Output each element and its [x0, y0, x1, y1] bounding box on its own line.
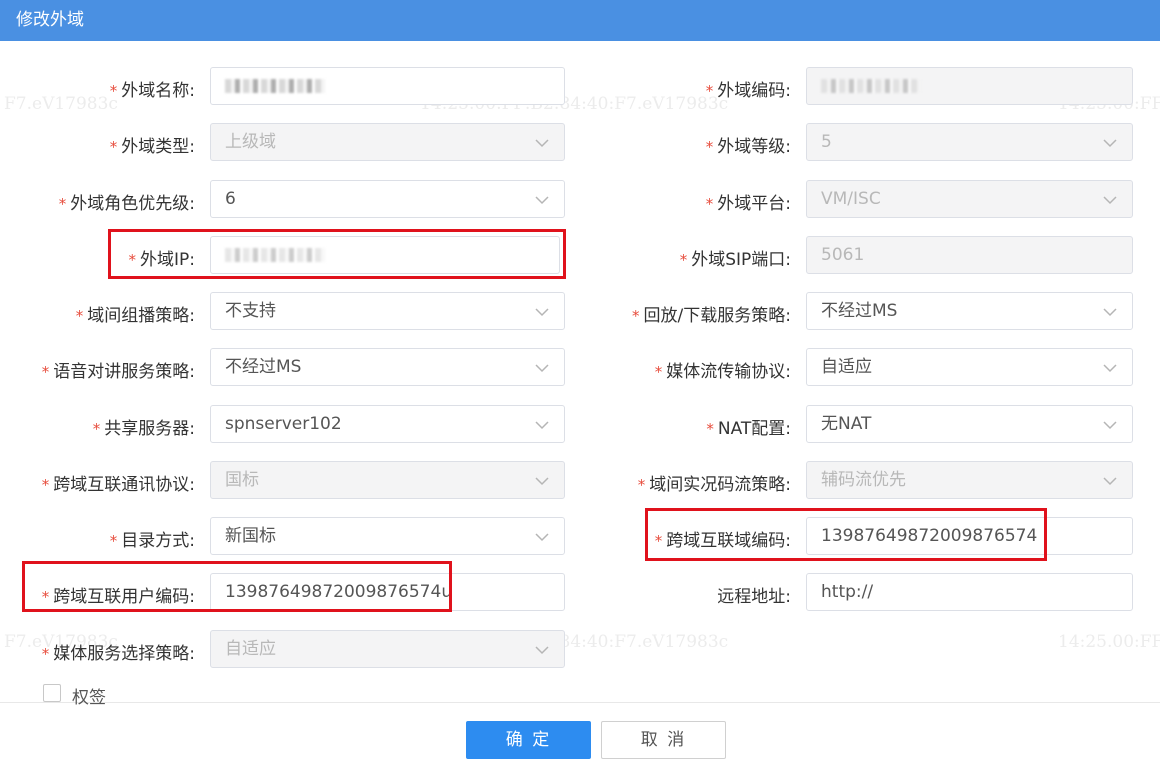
- label-platform: * 外域平台:: [705, 194, 791, 214]
- sip-port-input: 5061: [806, 236, 1133, 274]
- domain-name-input[interactable]: [210, 67, 565, 105]
- label-nat-config: * NAT配置:: [706, 419, 791, 439]
- chevron-down-icon: [1102, 304, 1118, 320]
- dialog-title-bar: 修改外域: [0, 0, 1160, 41]
- footer-divider: [0, 702, 1160, 703]
- label-comm-protocol: * 跨域互联通讯协议:: [41, 475, 195, 495]
- chevron-down-icon: [1102, 360, 1118, 376]
- label-transport-protocol: * 媒体流传输协议:: [654, 362, 791, 382]
- label-domain-code: * 外域编码:: [705, 81, 791, 101]
- chevron-down-icon: [1102, 473, 1118, 489]
- chevron-down-icon: [1102, 135, 1118, 151]
- confirm-button[interactable]: 确 定: [466, 721, 591, 759]
- label-stream-policy: * 域间实况码流策略:: [637, 475, 791, 495]
- chevron-down-icon: [534, 529, 550, 545]
- chevron-down-icon: [1102, 192, 1118, 208]
- cancel-button[interactable]: 取 消: [601, 721, 726, 759]
- label-interconnect-user-code: * 跨域互联用户编码:: [41, 587, 195, 607]
- playback-policy-select[interactable]: 不经过MS: [806, 292, 1133, 330]
- label-catalog-mode: * 目录方式:: [109, 531, 195, 551]
- label-domain-type: * 外域类型:: [109, 137, 195, 157]
- redacted-value: [225, 79, 325, 93]
- signature-label: 权签: [72, 688, 106, 708]
- media-policy-select: 自适应: [210, 630, 565, 668]
- nat-config-select[interactable]: 无NAT: [806, 405, 1133, 443]
- chevron-down-icon: [534, 473, 550, 489]
- signature-checkbox[interactable]: [43, 684, 61, 702]
- chevron-down-icon: [534, 417, 550, 433]
- chevron-down-icon: [534, 192, 550, 208]
- domain-ip-input[interactable]: [210, 236, 560, 274]
- chevron-down-icon: [534, 304, 550, 320]
- comm-protocol-select: 国标: [210, 461, 565, 499]
- label-role-priority: * 外域角色优先级:: [58, 194, 195, 214]
- interconnect-domain-code-input[interactable]: 13987649872009876574: [806, 517, 1133, 555]
- redacted-value: [225, 248, 325, 262]
- label-remote-address: 远程地址:: [717, 587, 791, 607]
- label-share-server: * 共享服务器:: [92, 419, 195, 439]
- watermark-text: 14:25.00:FF:: [1058, 632, 1160, 652]
- chevron-down-icon: [1102, 417, 1118, 433]
- label-multicast-policy: * 域间组播策略:: [75, 306, 195, 326]
- voice-policy-select[interactable]: 不经过MS: [210, 348, 565, 386]
- chevron-down-icon: [534, 360, 550, 376]
- chevron-down-icon: [534, 642, 550, 658]
- watermark-text: F7.eV17983c: [4, 94, 118, 114]
- role-priority-select[interactable]: 6: [210, 180, 565, 218]
- stream-policy-select: 辅码流优先: [806, 461, 1133, 499]
- label-media-policy: * 媒体服务选择策略:: [41, 644, 195, 664]
- share-server-select[interactable]: spnserver102: [210, 405, 565, 443]
- chevron-down-icon: [534, 135, 550, 151]
- platform-select: VM/ISC: [806, 180, 1133, 218]
- dialog-title: 修改外域: [16, 10, 84, 30]
- label-sip-port: * 外域SIP端口:: [679, 250, 791, 270]
- multicast-policy-select[interactable]: 不支持: [210, 292, 565, 330]
- domain-level-select: 5: [806, 123, 1133, 161]
- label-interconnect-domain-code: * 跨域互联域编码:: [654, 531, 791, 551]
- redacted-value: [821, 79, 921, 93]
- transport-protocol-select[interactable]: 自适应: [806, 348, 1133, 386]
- label-domain-ip: * 外域IP:: [128, 250, 196, 270]
- label-domain-level: * 外域等级:: [705, 137, 791, 157]
- domain-type-select: 上级域: [210, 123, 565, 161]
- label-playback-policy: * 回放/下载服务策略:: [632, 306, 791, 326]
- label-voice-policy: * 语音对讲服务策略:: [41, 362, 195, 382]
- label-domain-name: * 外域名称:: [109, 81, 195, 101]
- interconnect-user-code-input[interactable]: 13987649872009876574u: [210, 573, 565, 611]
- catalog-mode-select[interactable]: 新国标: [210, 517, 565, 555]
- remote-address-input[interactable]: http://: [806, 573, 1133, 611]
- domain-code-input: [806, 67, 1133, 105]
